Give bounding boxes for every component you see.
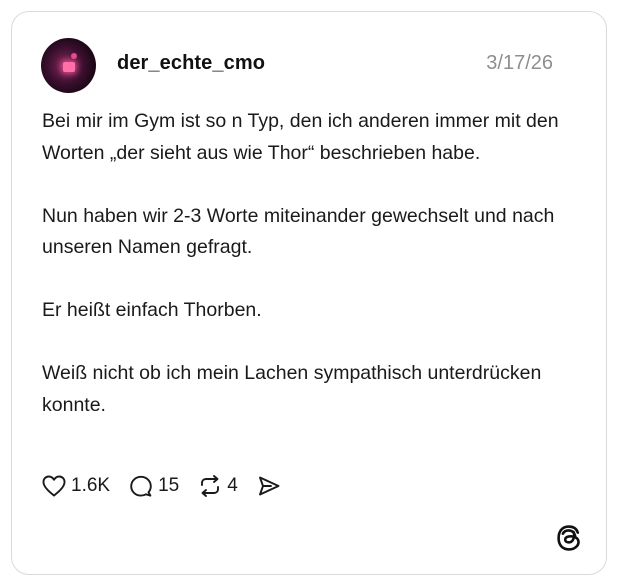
send-icon	[258, 476, 280, 496]
repost-count: 4	[227, 475, 238, 496]
avatar[interactable]	[41, 38, 96, 93]
post-paragraph: Bei mir im Gym ist so n Typ, den ich and…	[42, 110, 559, 164]
comment-icon	[130, 475, 152, 497]
threads-logo-icon[interactable]	[556, 524, 582, 552]
repost-button[interactable]: 4	[197, 474, 238, 498]
post-card: der_echte_cmo 3/17/26 Bei mir im Gym ist…	[11, 11, 607, 575]
like-count: 1.6K	[71, 475, 111, 496]
like-button[interactable]: 1.6K	[41, 474, 110, 498]
avatar-glow	[63, 62, 75, 72]
reply-button[interactable]: 15	[128, 474, 179, 498]
post-paragraph: Weiß nicht ob ich mein Lachen sympathisc…	[42, 362, 542, 416]
reply-count: 15	[158, 475, 180, 496]
post-paragraph: Er heißt einfach Thorben.	[42, 299, 262, 321]
action-bar: 1.6K 15 4	[41, 473, 300, 499]
share-button[interactable]	[256, 474, 282, 498]
repost-icon	[201, 475, 220, 497]
avatar-accent	[71, 53, 77, 59]
username[interactable]: der_echte_cmo	[117, 52, 265, 75]
post-date: 3/17/26	[486, 52, 553, 74]
post-body: Bei mir im Gym ist so n Typ, den ich and…	[42, 106, 582, 421]
post-paragraph: Nun haben wir 2-3 Worte miteinander gewe…	[42, 204, 555, 259]
heart-icon	[42, 475, 66, 497]
